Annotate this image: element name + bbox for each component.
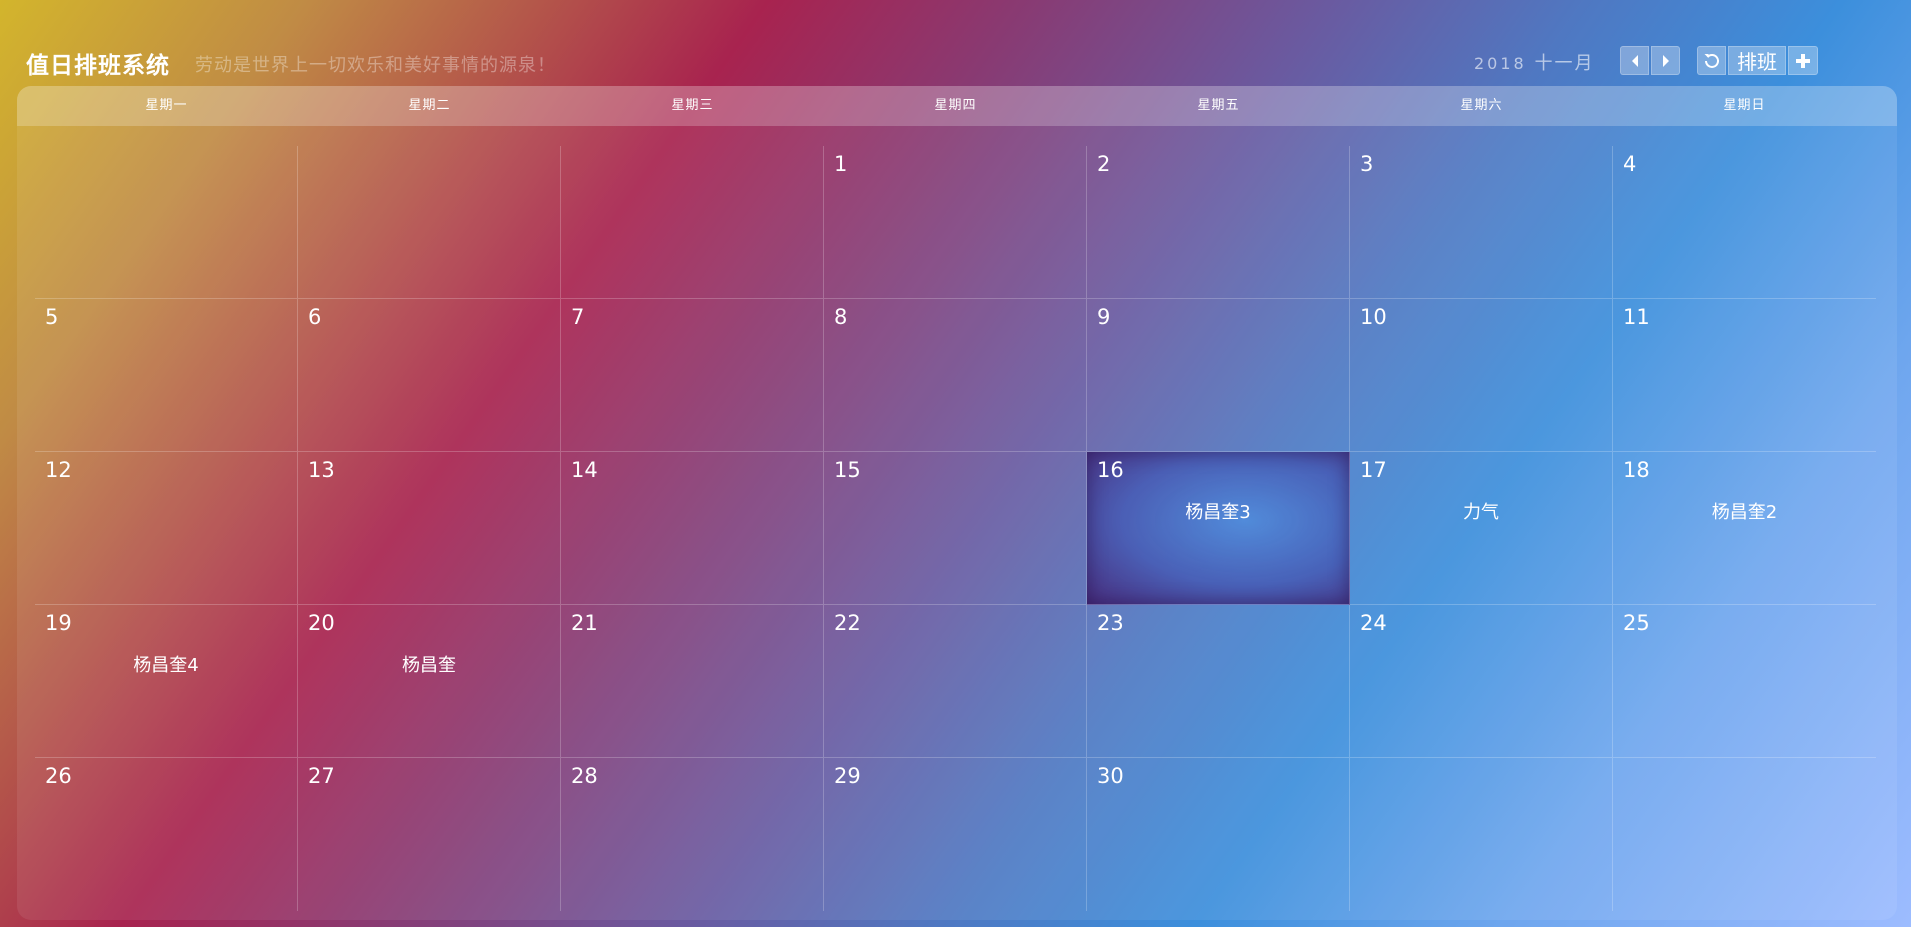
day-cell[interactable]: 15 (824, 452, 1087, 605)
day-cell[interactable]: 22 (824, 605, 1087, 758)
day-cell[interactable]: 7 (561, 299, 824, 452)
plus-icon (1796, 53, 1810, 68)
day-cell[interactable]: 25 (1613, 605, 1876, 758)
duty-person[interactable]: 杨昌奎4 (35, 651, 297, 677)
empty-day-cell (561, 146, 824, 299)
day-number: 18 (1623, 458, 1650, 482)
prev-month-button[interactable] (1620, 46, 1649, 75)
weekday-label: 星期二 (408, 98, 451, 113)
day-cell[interactable]: 12 (35, 452, 298, 605)
day-cell[interactable]: 3 (1350, 146, 1613, 299)
day-cell[interactable]: 30 (1087, 758, 1350, 911)
header: 值日排班系统 劳动是世界上一切欢乐和美好事情的源泉！ 2018 十一月 排班 (0, 0, 1911, 86)
day-number: 14 (571, 458, 598, 482)
triangle-left-icon (1631, 54, 1638, 67)
day-number: 11 (1623, 305, 1650, 329)
duty-person[interactable]: 杨昌奎 (298, 651, 560, 677)
current-month: 十一月 (1534, 53, 1595, 74)
day-number: 21 (571, 611, 598, 635)
day-cell[interactable]: 16 杨昌奎3 (1087, 452, 1350, 605)
weekday-label: 星期五 (1197, 98, 1240, 113)
schedule-button[interactable]: 排班 (1728, 46, 1786, 75)
day-number: 6 (308, 305, 322, 329)
day-number: 23 (1097, 611, 1124, 635)
day-cell[interactable]: 11 (1613, 299, 1876, 452)
day-number: 24 (1360, 611, 1387, 635)
day-cell[interactable]: 14 (561, 452, 824, 605)
day-number: 12 (45, 458, 72, 482)
day-cell[interactable]: 5 (35, 299, 298, 452)
day-number: 7 (571, 305, 585, 329)
day-cell[interactable]: 19 杨昌奎4 (35, 605, 298, 758)
weekday-label: 星期三 (671, 98, 714, 113)
weekday-label: 星期四 (934, 98, 977, 113)
weekday-label: 星期一 (145, 98, 188, 113)
day-number: 26 (45, 764, 72, 788)
day-cell[interactable]: 4 (1613, 146, 1876, 299)
day-cell[interactable]: 13 (298, 452, 561, 605)
day-cell[interactable]: 23 (1087, 605, 1350, 758)
calendar: 星期一 星期二 星期三 星期四 星期五 星期六 星期日 1 2 3 4 5 6 7 8 9 10 1… (17, 86, 1897, 920)
day-cell[interactable]: 18 杨昌奎2 (1613, 452, 1876, 605)
day-cell[interactable]: 10 (1350, 299, 1613, 452)
day-cell[interactable]: 9 (1087, 299, 1350, 452)
day-cell[interactable]: 1 (824, 146, 1087, 299)
day-cell[interactable]: 17 力气 (1350, 452, 1613, 605)
day-number: 30 (1097, 764, 1124, 788)
duty-person[interactable]: 杨昌奎3 (1087, 498, 1349, 524)
day-number: 19 (45, 611, 72, 635)
day-number: 29 (834, 764, 861, 788)
refresh-icon (1704, 53, 1719, 68)
day-number: 3 (1360, 152, 1374, 176)
day-cell[interactable]: 27 (298, 758, 561, 911)
day-cell[interactable]: 29 (824, 758, 1087, 911)
day-number: 16 (1097, 458, 1124, 482)
day-number: 4 (1623, 152, 1637, 176)
empty-day-cell (1350, 758, 1613, 911)
triangle-right-icon (1662, 54, 1669, 67)
empty-day-cell (35, 146, 298, 299)
add-button[interactable] (1788, 46, 1818, 75)
day-number: 15 (834, 458, 861, 482)
day-cell[interactable]: 24 (1350, 605, 1613, 758)
day-cell[interactable]: 8 (824, 299, 1087, 452)
empty-day-cell (1613, 758, 1876, 911)
current-month-label: 2018 十一月 (1474, 49, 1594, 75)
day-number: 5 (45, 305, 59, 329)
day-number: 22 (834, 611, 861, 635)
calendar-grid: 1 2 3 4 5 6 7 8 9 10 11 12 13 14 15 16 杨昌奎3 17 力气 18 杨昌奎2 19 杨… (35, 146, 1877, 911)
day-number: 1 (834, 152, 848, 176)
day-cell[interactable]: 20 杨昌奎 (298, 605, 561, 758)
day-number: 25 (1623, 611, 1650, 635)
weekday-label: 星期六 (1460, 98, 1503, 113)
day-number: 2 (1097, 152, 1111, 176)
day-cell[interactable]: 21 (561, 605, 824, 758)
next-month-button[interactable] (1651, 46, 1680, 75)
weekday-label: 星期日 (1723, 98, 1766, 113)
weekday-header: 星期一 星期二 星期三 星期四 星期五 星期六 星期日 (17, 86, 1897, 126)
day-number: 8 (834, 305, 848, 329)
slogan: 劳动是世界上一切欢乐和美好事情的源泉！ (195, 55, 556, 76)
day-cell[interactable]: 6 (298, 299, 561, 452)
duty-person[interactable]: 杨昌奎2 (1613, 498, 1876, 524)
day-number: 13 (308, 458, 335, 482)
day-cell[interactable]: 28 (561, 758, 824, 911)
day-number: 28 (571, 764, 598, 788)
day-number: 9 (1097, 305, 1111, 329)
day-cell[interactable]: 26 (35, 758, 298, 911)
current-year: 2018 (1474, 54, 1527, 73)
day-number: 27 (308, 764, 335, 788)
app-title: 值日排班系统 (26, 53, 170, 79)
refresh-button[interactable] (1697, 46, 1726, 75)
day-number: 20 (308, 611, 335, 635)
day-number: 10 (1360, 305, 1387, 329)
day-cell[interactable]: 2 (1087, 146, 1350, 299)
empty-day-cell (298, 146, 561, 299)
day-number: 17 (1360, 458, 1387, 482)
duty-person[interactable]: 力气 (1350, 498, 1612, 524)
